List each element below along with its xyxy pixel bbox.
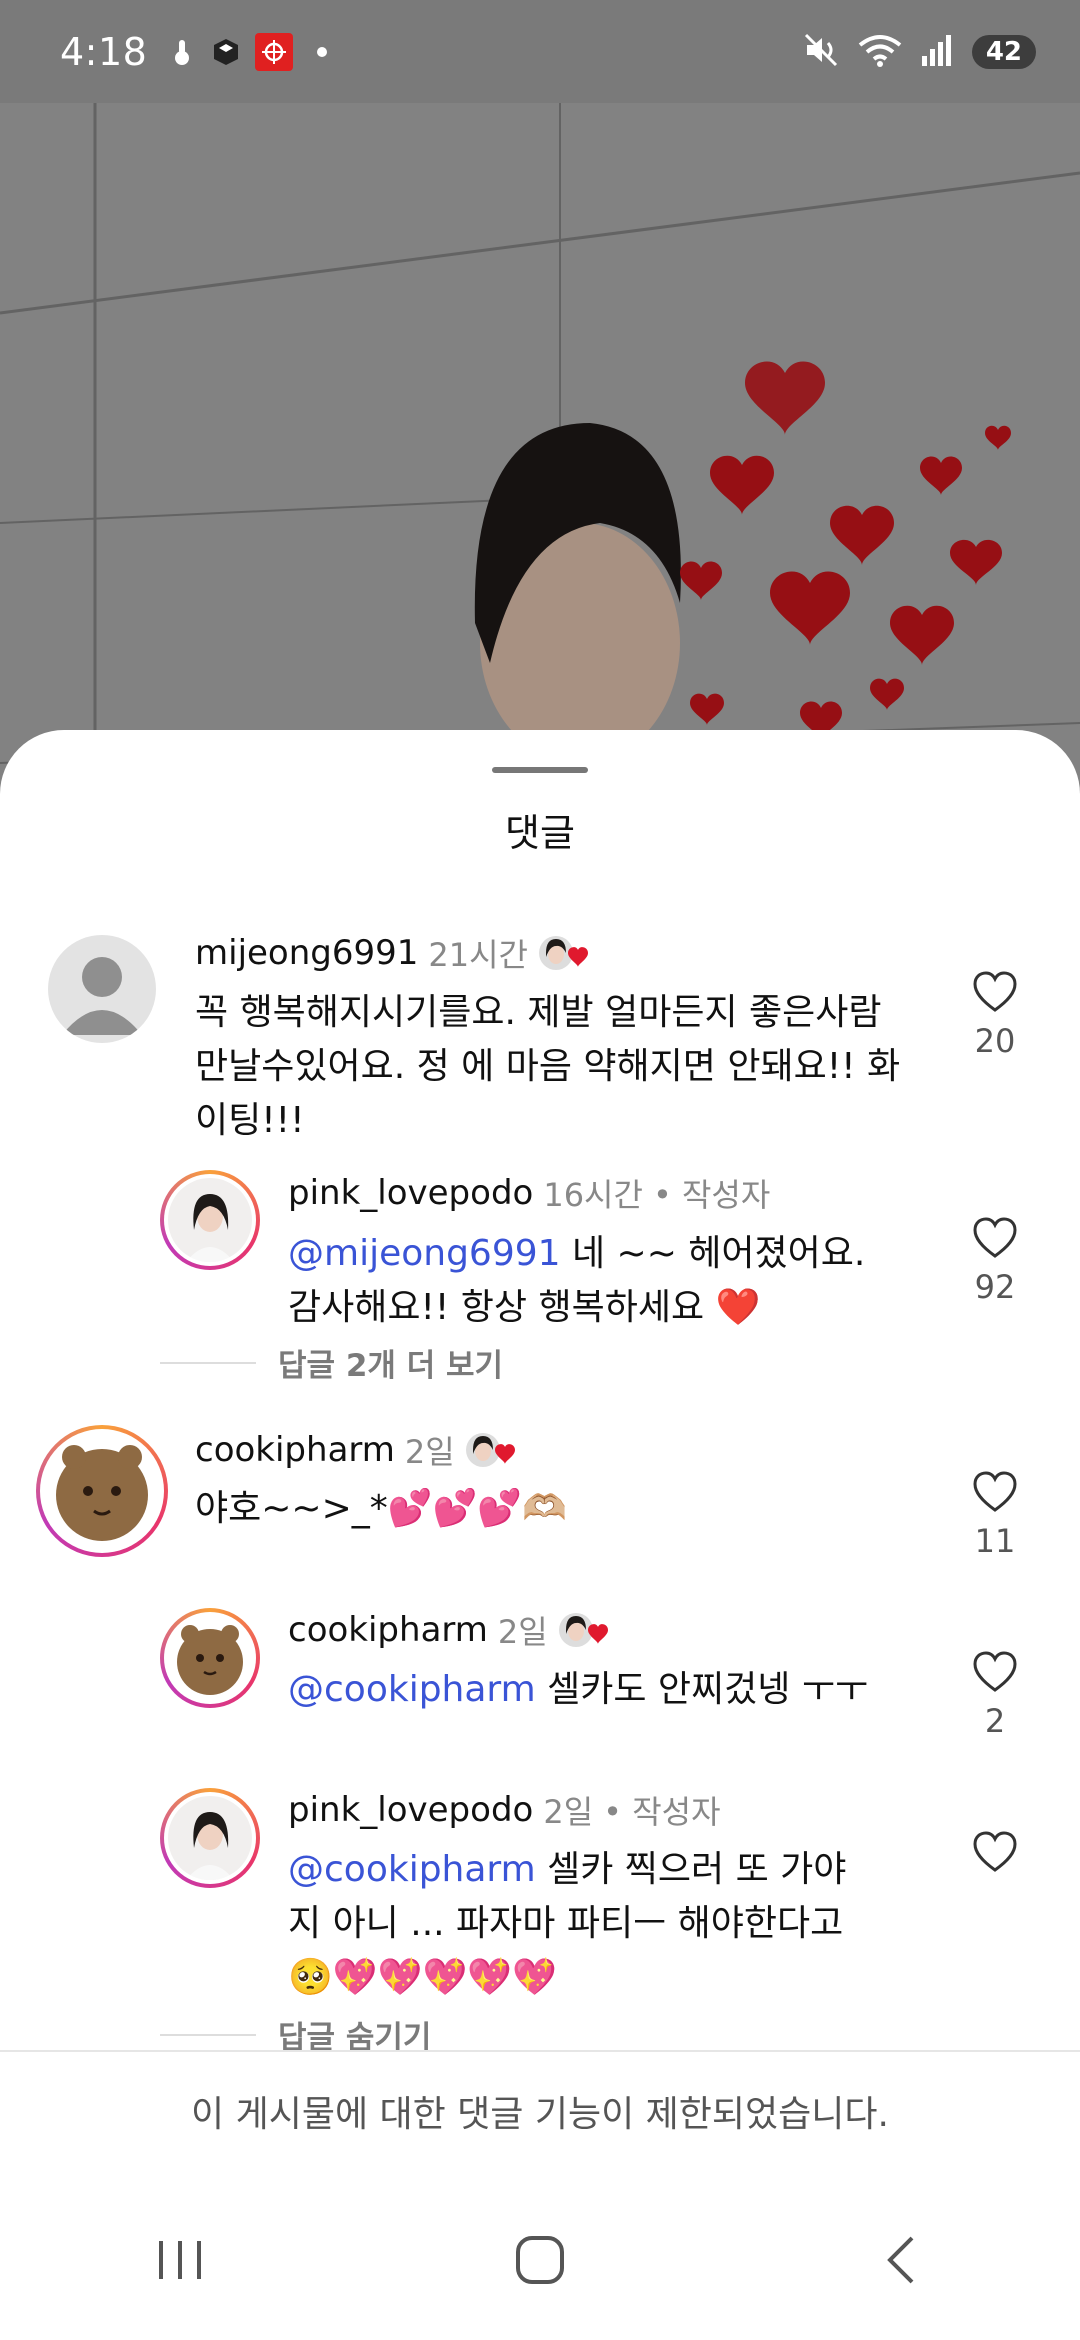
mention-link[interactable]: @mijeong6991	[288, 1233, 561, 1274]
comment-meta: cookipharm 2일	[195, 1427, 515, 1473]
comment-meta: cookipharm 2일	[288, 1607, 608, 1653]
view-more-replies[interactable]: 답글 2개 더 보기	[160, 1340, 503, 1385]
post-photo	[0, 103, 1080, 803]
divider	[160, 1361, 256, 1364]
username[interactable]: pink_lovepodo	[288, 1173, 533, 1213]
heart-icon	[973, 1651, 1017, 1692]
default-user-icon	[62, 957, 142, 1035]
avatar[interactable]	[160, 1170, 260, 1270]
recents-icon	[159, 2241, 201, 2279]
back-icon	[887, 2236, 914, 2284]
temperature-icon	[167, 37, 197, 67]
like-button[interactable]: 2	[965, 1650, 1025, 1740]
comment-text: @cookipharm 셀카 찍으러 또 가야지 아니 ... 파자마 파티ㅡ …	[288, 1843, 848, 2005]
comment-text-content: 셀카도 안찌겄넹 ㅜㅜ	[535, 1669, 869, 1710]
comments-list[interactable]: mijeong6991 21시간 꼭 행복해지시기를요. 제발 얼마든지 좋은사…	[0, 730, 1080, 2050]
heart-icon	[973, 971, 1017, 1012]
divider	[160, 2033, 256, 2036]
author-badge: • 작성자	[652, 1176, 771, 1214]
like-count: 20	[974, 1022, 1016, 1060]
hide-replies[interactable]: 답글 숨기기	[160, 2012, 431, 2050]
comments-restricted-notice: 이 게시물에 대한 댓글 기능이 제한되었습니다.	[0, 2050, 1080, 2182]
like-button[interactable]	[965, 1830, 1025, 1882]
like-button[interactable]: 20	[965, 970, 1025, 1060]
like-count: 92	[974, 1268, 1016, 1306]
author-liked-icon	[465, 1430, 515, 1470]
heart-icon	[973, 1217, 1017, 1258]
heart-icon	[973, 1831, 1017, 1872]
author-liked-icon	[558, 1610, 608, 1650]
timestamp: 21시간	[428, 936, 528, 974]
username[interactable]: mijeong6991	[195, 933, 418, 973]
comment-meta: pink_lovepodo 2일 • 작성자	[288, 1787, 721, 1833]
like-button[interactable]: 11	[965, 1470, 1025, 1560]
home-button[interactable]	[490, 2210, 590, 2310]
comment-text: 야호~~>_*💕💕💕🫶🏼	[195, 1488, 568, 1529]
like-button[interactable]: 92	[965, 1216, 1025, 1306]
system-nav-bar	[0, 2180, 1080, 2340]
avatar[interactable]	[160, 1608, 260, 1708]
box-icon	[211, 37, 241, 67]
timestamp: 2일	[404, 1433, 455, 1471]
back-button[interactable]	[850, 2210, 950, 2310]
battery-indicator: 42	[971, 34, 1036, 69]
wifi-icon	[858, 33, 902, 71]
author-badge: • 작성자	[603, 1793, 721, 1831]
comment-text: 꼭 행복해지시기를요. 제발 얼마든지 좋은사람 만날수있어요. 정 에 마음 …	[195, 992, 901, 1141]
like-count: 2	[984, 1702, 1006, 1740]
signal-icon	[920, 34, 954, 70]
view-more-replies-label: 답글 2개 더 보기	[278, 1348, 504, 1384]
comment-meta: mijeong6991 21시간	[195, 930, 588, 976]
home-icon	[516, 2236, 564, 2284]
status-left-icons	[167, 32, 337, 71]
target-app-icon	[255, 32, 294, 71]
hide-replies-label: 답글 숨기기	[278, 2020, 432, 2050]
timestamp: 2일	[497, 1613, 548, 1651]
username[interactable]: cookipharm	[288, 1610, 488, 1650]
status-time: 4:18	[60, 29, 148, 74]
dot-icon	[307, 37, 337, 67]
mention-link[interactable]: @cookipharm	[288, 1669, 536, 1710]
mention-link[interactable]: @cookipharm	[288, 1849, 536, 1890]
comment-meta: pink_lovepodo 16시간 • 작성자	[288, 1170, 770, 1216]
mute-icon	[804, 33, 840, 71]
username[interactable]: pink_lovepodo	[288, 1790, 533, 1830]
timestamp: 16시간	[543, 1176, 643, 1214]
username[interactable]: cookipharm	[195, 1430, 395, 1470]
status-bar: 4:18 42	[0, 0, 1080, 103]
recent-apps-button[interactable]	[130, 2210, 230, 2310]
like-count: 11	[974, 1522, 1016, 1560]
timestamp: 2일	[543, 1793, 594, 1831]
comment-text: @cookipharm 셀카도 안찌겄넹 ㅜㅜ	[288, 1663, 928, 1717]
avatar[interactable]	[48, 935, 156, 1043]
heart-icon	[973, 1471, 1017, 1512]
avatar[interactable]	[160, 1788, 260, 1888]
comment-text: @mijeong6991 네 ~~ 헤어졌어요. 감사해요!! 항상 행복하세요…	[288, 1227, 908, 1335]
author-liked-icon	[538, 933, 588, 973]
avatar[interactable]	[36, 1425, 168, 1557]
